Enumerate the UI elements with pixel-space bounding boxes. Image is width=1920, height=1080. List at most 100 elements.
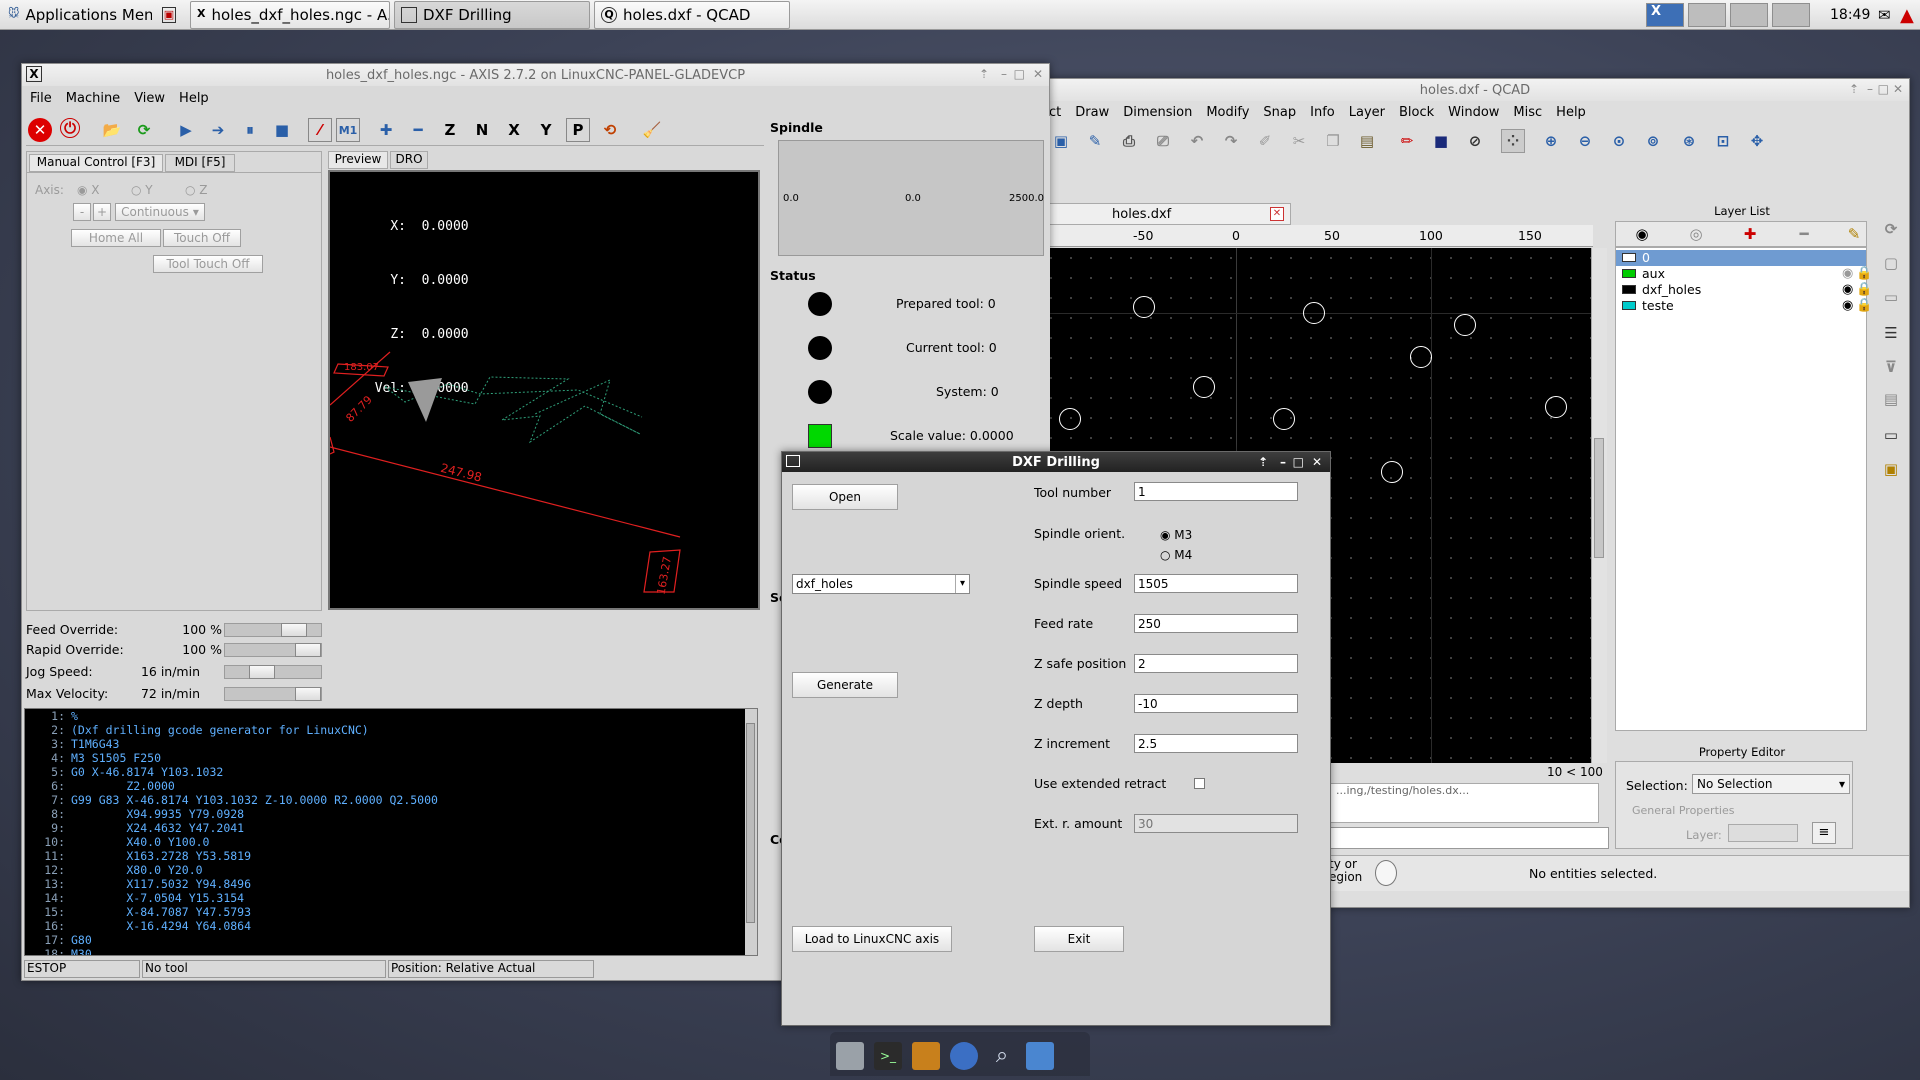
layer-row[interactable]: dxf_holes ◉ 🔒 [1616,282,1872,298]
exit-button[interactable]: Exit [1034,926,1124,952]
estop-icon[interactable]: ✕ [28,118,52,142]
menu-block[interactable]: Block [1399,105,1434,120]
layer-row[interactable]: aux ◉ 🔒 [1616,266,1872,282]
close-icon[interactable]: ✕ [1893,82,1903,96]
dock-icon[interactable]: ▣ [1879,457,1903,481]
menu-info[interactable]: Info [1310,105,1335,120]
qcad-titlebar[interactable]: holes.dxf - QCAD ⇡ – □ ✕ [1041,79,1909,101]
view-z2-icon[interactable]: N [470,118,494,142]
workspace-2[interactable] [1688,3,1726,27]
menu-snap[interactable]: Snap [1263,105,1296,120]
minimize-icon[interactable]: – [1867,82,1873,96]
jog-minus-button[interactable]: - [73,203,91,221]
menu-modify[interactable]: Modify [1206,105,1249,120]
reload-icon[interactable]: ⟳ [132,118,156,142]
axis-radio-z[interactable]: ○ Z [185,183,208,197]
slider-knob[interactable] [249,665,275,679]
view-z-icon[interactable]: Z [438,118,462,142]
edit-layer-icon[interactable]: ✎ [1842,222,1866,246]
feed-rate-input[interactable] [1134,614,1298,633]
dock-icon[interactable]: ⊽ [1879,355,1903,379]
menu-view[interactable]: View [134,91,165,106]
maximize-icon[interactable]: □ [1293,455,1304,469]
task-qcad[interactable]: Qholes.dxf - QCAD [594,1,790,29]
visibility-eye-icon[interactable]: ◉ [1842,266,1853,281]
dock-icon[interactable]: ▭ [1879,423,1903,447]
list-icon[interactable]: ≡ [1812,822,1836,844]
vertical-scrollbar[interactable] [1591,248,1607,763]
minimize-icon[interactable]: – [1280,455,1286,469]
cut-icon[interactable]: ✂ [1287,129,1311,153]
hide-all-layers-icon[interactable]: ◎ [1684,222,1708,246]
launcher-icon[interactable]: ▣ [158,1,182,29]
hole-circle[interactable] [1193,376,1215,398]
max-velocity-slider[interactable] [224,687,322,701]
print-preview-icon[interactable]: ⎚ [1151,129,1175,153]
z-safe-input[interactable] [1134,654,1298,673]
power-icon[interactable]: ⏻ [60,118,80,138]
close-icon[interactable]: ✕ [1312,455,1322,469]
minimize-icon[interactable]: – [1001,67,1007,81]
pencil-icon[interactable]: ✐ [1253,129,1277,153]
jog-plus-button[interactable]: + [93,203,111,221]
zoom-out-icon[interactable]: ━ [406,118,430,142]
hole-circle[interactable] [1410,346,1432,368]
zoom-in-icon[interactable]: ✚ [374,118,398,142]
stop-icon[interactable]: ■ [270,118,294,142]
feed-override-slider[interactable] [224,623,322,637]
menu-machine[interactable]: Machine [66,91,120,106]
redo-icon[interactable]: ↷ [1219,129,1243,153]
tool-number-input[interactable] [1134,482,1298,501]
tab-manual-control[interactable]: Manual Control [F3] [29,154,163,172]
task-axis[interactable]: Xholes_dxf_holes.ngc - A... [190,1,390,29]
layer-row[interactable]: 0 [1616,250,1866,266]
show-all-layers-icon[interactable]: ◉ [1630,222,1654,246]
pen-icon[interactable]: ✏ [1395,129,1419,153]
close-icon[interactable]: ✕ [1033,67,1043,81]
preview-canvas[interactable]: X: 0.0000 Y: 0.0000 Z: 0.0000 Vel: 0.000… [328,170,760,610]
open-file-icon[interactable]: 📂 [100,118,124,142]
menu-file[interactable]: File [30,91,52,106]
shade-icon[interactable]: ⇡ [1849,82,1859,96]
dock-icon[interactable]: ▭ [1879,285,1903,309]
ext-amount-input[interactable] [1134,814,1298,833]
menu-misc[interactable]: Misc [1513,105,1542,120]
shade-icon[interactable]: ⇡ [979,67,989,81]
open-button[interactable]: Open [792,484,898,510]
folder-icon[interactable] [1026,1042,1054,1070]
view-p-icon[interactable]: P [566,118,590,142]
maximize-icon[interactable]: □ [1014,67,1025,81]
zoom-window-icon[interactable]: ⊡ [1711,129,1735,153]
generate-button[interactable]: Generate [792,672,898,698]
chevron-down-icon[interactable]: ▾ [955,575,969,593]
workspace-4[interactable] [1772,3,1810,27]
paste-icon[interactable]: ▤ [1355,129,1379,153]
undo-icon[interactable]: ↶ [1185,129,1209,153]
dock-icon[interactable]: ▢ [1879,251,1903,275]
pause-icon[interactable]: ⏸ [238,118,262,142]
zoom-previous-icon[interactable]: ⊚ [1641,129,1665,153]
visibility-eye-icon[interactable]: ◉ [1842,298,1853,313]
dock-icon[interactable]: ⟳ [1879,217,1903,241]
warning-icon[interactable]: ▲ [1894,1,1918,29]
lock-icon[interactable]: 🔒 [1856,282,1872,297]
gcode-listing[interactable]: 1:% 2: (Dxf drilling gcode generator for L… [24,708,758,956]
extended-retract-checkbox[interactable] [1194,778,1205,789]
zoom-out-icon[interactable]: ⊖ [1573,129,1597,153]
copy-icon[interactable]: ❐ [1321,129,1345,153]
scroll-thumb[interactable] [746,723,755,923]
spindle-speed-input[interactable] [1134,574,1298,593]
hole-circle[interactable] [1303,302,1325,324]
maximize-icon[interactable]: □ [1878,82,1889,96]
show-desktop-icon[interactable] [836,1042,864,1070]
visibility-eye-icon[interactable]: ◉ [1842,282,1853,297]
menu-help[interactable]: Help [1556,105,1586,120]
scroll-thumb[interactable] [1594,438,1604,558]
load-to-axis-button[interactable]: Load to LinuxCNC axis [792,926,952,952]
hole-circle[interactable] [1454,314,1476,336]
menu-help[interactable]: Help [179,91,209,106]
tab-dro[interactable]: DRO [390,151,428,169]
workspace-1[interactable]: X [1646,3,1684,27]
lock-icon[interactable]: 🔒 [1856,266,1872,281]
zoom-auto-icon[interactable]: ⊙ [1607,129,1631,153]
